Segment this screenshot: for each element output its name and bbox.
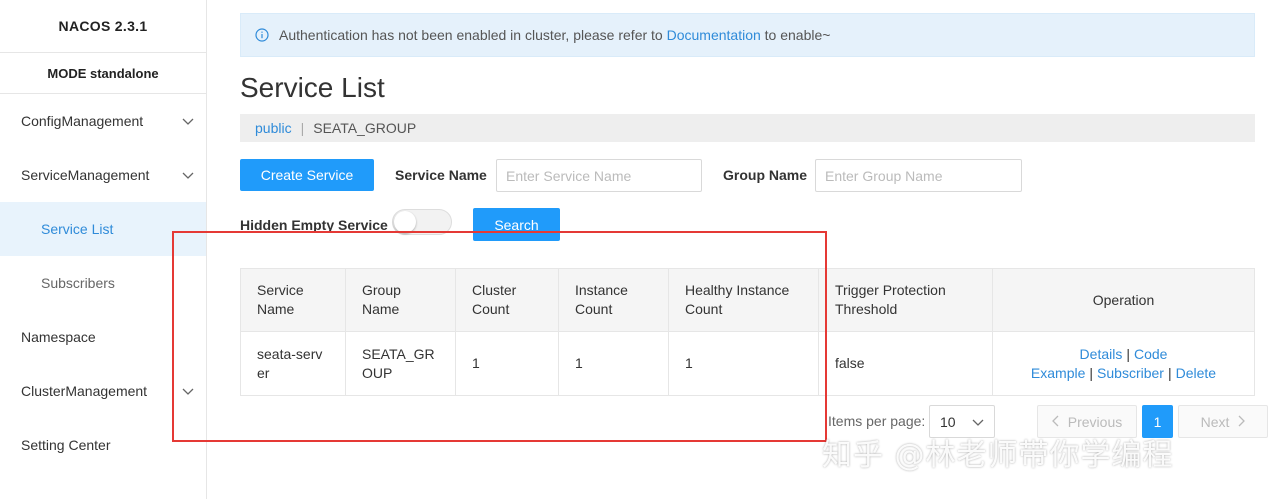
- chevron-down-icon: [182, 385, 194, 397]
- cell-healthy-instance-count: 1: [669, 332, 819, 395]
- delete-link[interactable]: Delete: [1176, 365, 1216, 381]
- example-link[interactable]: Example: [1031, 365, 1085, 381]
- namespace-link[interactable]: public: [255, 120, 292, 136]
- info-icon: [255, 28, 269, 42]
- page-size-value: 10: [940, 413, 956, 430]
- hidden-empty-service-label: Hidden Empty Service: [240, 217, 388, 233]
- alert-text-end: to enable~: [764, 27, 831, 43]
- service-table: Service Name Group Name Cluster Count In…: [240, 268, 1255, 396]
- header-trigger-protection-threshold: Trigger Protection Threshold: [819, 269, 993, 331]
- sidebar-item-label: Setting Center: [21, 437, 111, 453]
- previous-label: Previous: [1067, 413, 1123, 430]
- create-service-button[interactable]: Create Service: [240, 159, 374, 191]
- documentation-link[interactable]: Documentation: [667, 27, 761, 43]
- sidebar-item-service-management[interactable]: ServiceManagement: [0, 148, 206, 202]
- header-instance-count: Instance Count: [559, 269, 669, 331]
- cell-instance-count: 1: [559, 332, 669, 395]
- items-per-page-label: Items per page:: [828, 413, 926, 429]
- breadcrumb-separator: |: [300, 120, 305, 136]
- chevron-down-icon: [182, 115, 194, 127]
- operation-links: Details | Code Example | Subscriber | Delete: [1009, 345, 1238, 383]
- sidebar-item-cluster-management[interactable]: ClusterManagement: [0, 364, 206, 418]
- app-title: NACOS 2.3.1: [0, 0, 206, 53]
- group-name-label: Group Name: [723, 167, 808, 183]
- sidebar-item-label: ConfigManagement: [21, 113, 144, 129]
- header-service-name: Service Name: [241, 269, 346, 331]
- search-button[interactable]: Search: [473, 208, 560, 241]
- table-header-row: Service Name Group Name Cluster Count In…: [241, 269, 1254, 332]
- sidebar: NACOS 2.3.1 MODE standalone ConfigManage…: [0, 0, 207, 499]
- group-name-input[interactable]: Enter Group Name: [815, 159, 1022, 192]
- alert-text: Authentication has not been enabled in c…: [279, 27, 663, 43]
- sidebar-item-config-management[interactable]: ConfigManagement: [0, 94, 206, 148]
- sidebar-item-namespace[interactable]: Namespace: [0, 310, 206, 364]
- op-separator: |: [1126, 345, 1130, 362]
- sidebar-item-service-list[interactable]: Service List: [0, 202, 206, 256]
- header-cluster-count: Cluster Count: [456, 269, 559, 331]
- service-name-input[interactable]: Enter Service Name: [496, 159, 702, 192]
- chevron-down-icon: [972, 416, 984, 428]
- service-name-label: Service Name: [395, 167, 487, 183]
- header-operation: Operation: [1092, 291, 1155, 308]
- op-separator: |: [1167, 364, 1172, 381]
- sidebar-item-subscribers[interactable]: Subscribers: [0, 256, 206, 310]
- breadcrumb: public | SEATA_GROUP: [240, 114, 1255, 142]
- chevron-right-icon: [1237, 414, 1246, 430]
- next-label: Next: [1200, 413, 1230, 430]
- op-separator: |: [1089, 364, 1094, 381]
- sidebar-item-setting-center[interactable]: Setting Center: [0, 418, 206, 472]
- cell-service-name: seata-server: [241, 332, 346, 395]
- hidden-empty-service-toggle[interactable]: [392, 209, 452, 235]
- sidebar-item-label: Subscribers: [41, 275, 115, 291]
- code-link[interactable]: Code: [1134, 346, 1167, 362]
- sidebar-item-label: Service List: [41, 221, 114, 237]
- chevron-down-icon: [182, 169, 194, 181]
- cell-threshold: false: [819, 332, 993, 395]
- sidebar-item-label: Namespace: [21, 329, 96, 345]
- auth-alert: Authentication has not been enabled in c…: [240, 13, 1255, 57]
- cell-operation: Details | Code Example | Subscriber | Delete: [993, 332, 1254, 395]
- table-row: seata-server SEATA_GROUP 1 1 1 false Det…: [241, 332, 1254, 395]
- details-link[interactable]: Details: [1080, 346, 1123, 362]
- mode-label: MODE standalone: [0, 53, 206, 94]
- sidebar-item-label: ServiceManagement: [21, 167, 150, 183]
- page-title: Service List: [240, 72, 385, 103]
- cell-cluster-count: 1: [456, 332, 559, 395]
- next-page-button[interactable]: Next: [1178, 405, 1268, 438]
- chevron-left-icon: [1051, 414, 1060, 430]
- cell-group-name: SEATA_GROUP: [346, 332, 456, 395]
- main-content: Authentication has not been enabled in c…: [207, 0, 1280, 499]
- watermark: 知乎 @林老师带你学编程: [822, 438, 1174, 473]
- sidebar-item-label: ClusterManagement: [21, 383, 148, 399]
- group-label: SEATA_GROUP: [313, 120, 417, 136]
- subscriber-link[interactable]: Subscriber: [1097, 365, 1164, 381]
- toggle-knob: [394, 211, 416, 233]
- header-group-name: Group Name: [346, 269, 456, 331]
- header-healthy-instance-count: Healthy Instance Count: [669, 269, 819, 331]
